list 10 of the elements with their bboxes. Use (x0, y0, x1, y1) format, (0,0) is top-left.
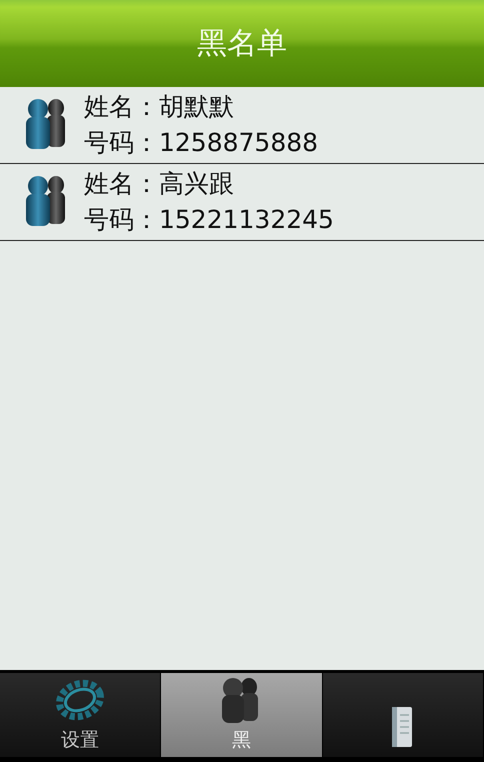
contact-number: 号码：1258875888 (84, 127, 318, 159)
contact-row[interactable]: 姓名：高兴跟 号码：15221132245 (0, 164, 484, 241)
contact-number: 号码：15221132245 (84, 204, 334, 236)
tab[interactable] (322, 673, 484, 757)
screen-title: 黑名单 (197, 25, 287, 63)
contact-name: 姓名：胡默默 (84, 91, 235, 123)
contact-name: 姓名：高兴跟 (84, 168, 235, 200)
gear-icon (55, 677, 106, 723)
tab[interactable]: 设置 (0, 673, 162, 757)
contact-row[interactable]: 姓名：胡默默 号码：1258875888 (0, 87, 484, 164)
